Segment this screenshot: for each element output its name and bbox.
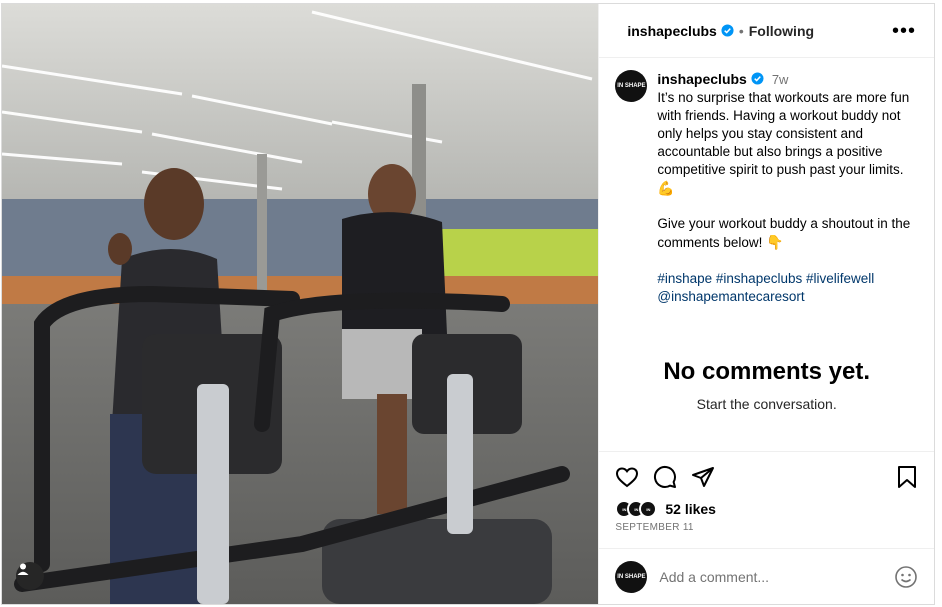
hashtags-link[interactable]: #inshape #inshapeclubs #livelifewell	[657, 270, 917, 288]
post-date: SEPTEMBER 11	[615, 522, 694, 533]
separator-dot: •	[738, 22, 744, 39]
emoji-icon[interactable]	[894, 565, 918, 589]
action-icons	[615, 462, 918, 492]
user-tag-icon	[17, 563, 29, 575]
comment-icon[interactable]	[653, 465, 677, 489]
post-dialog: inshapeclubs • Following ••• IN SHAPE in…	[1, 3, 935, 605]
caption-text-1: It’s no surprise that workouts are more …	[657, 90, 910, 177]
caption-username[interactable]: inshapeclubs	[657, 71, 746, 87]
post-photo[interactable]	[2, 4, 599, 604]
mention-link[interactable]: @inshapemantecaresort	[657, 288, 917, 306]
comment-composer: IN SHAPE	[599, 548, 934, 604]
caption-body: inshapeclubs 7w It’s no surprise that wor…	[657, 70, 917, 390]
no-comments-title: No comments yet.	[663, 358, 871, 385]
post-time[interactable]: 7w	[772, 72, 789, 87]
flexed-biceps-emoji: 💪	[657, 180, 675, 196]
avatar[interactable]: IN SHAPE	[615, 70, 648, 102]
share-icon[interactable]	[691, 465, 715, 489]
no-comments-subtitle: Start the conversation.	[696, 396, 837, 412]
post-header: inshapeclubs • Following •••	[599, 4, 934, 58]
tagged-users-button[interactable]	[16, 562, 44, 590]
bookmark-icon[interactable]	[896, 465, 918, 489]
header-username[interactable]: inshapeclubs	[627, 23, 716, 39]
caption-text-block-2: Give your workout buddy a shoutout in th…	[657, 215, 917, 252]
caption-tags: #inshape #inshapeclubs #livelifewell @in…	[657, 270, 917, 306]
verified-icon	[751, 72, 764, 85]
likes-count[interactable]: 52 likes	[665, 501, 716, 517]
empty-comments-state: No comments yet. Start the conversation.	[599, 358, 934, 412]
more-options-icon[interactable]: •••	[892, 21, 916, 41]
following-button[interactable]: Following	[749, 23, 814, 39]
verified-icon	[721, 24, 734, 37]
caption: IN SHAPE inshapeclubs 7w It’s no surprise…	[599, 58, 934, 390]
liker-avatar: IN	[639, 500, 658, 518]
post-side-panel: inshapeclubs • Following ••• IN SHAPE in…	[598, 4, 934, 604]
pointing-down-emoji: 👇	[766, 234, 784, 250]
heart-icon[interactable]	[615, 465, 639, 489]
caption-text: It’s no surprise that workouts are more …	[657, 89, 917, 197]
action-bar: IN IN IN 52 likes SEPTEMBER 11	[599, 451, 934, 547]
likes-summary[interactable]: IN IN IN 52 likes	[615, 500, 918, 518]
current-user-avatar: IN SHAPE	[615, 560, 648, 593]
gym-photo	[2, 4, 599, 604]
comment-input[interactable]	[659, 568, 870, 585]
